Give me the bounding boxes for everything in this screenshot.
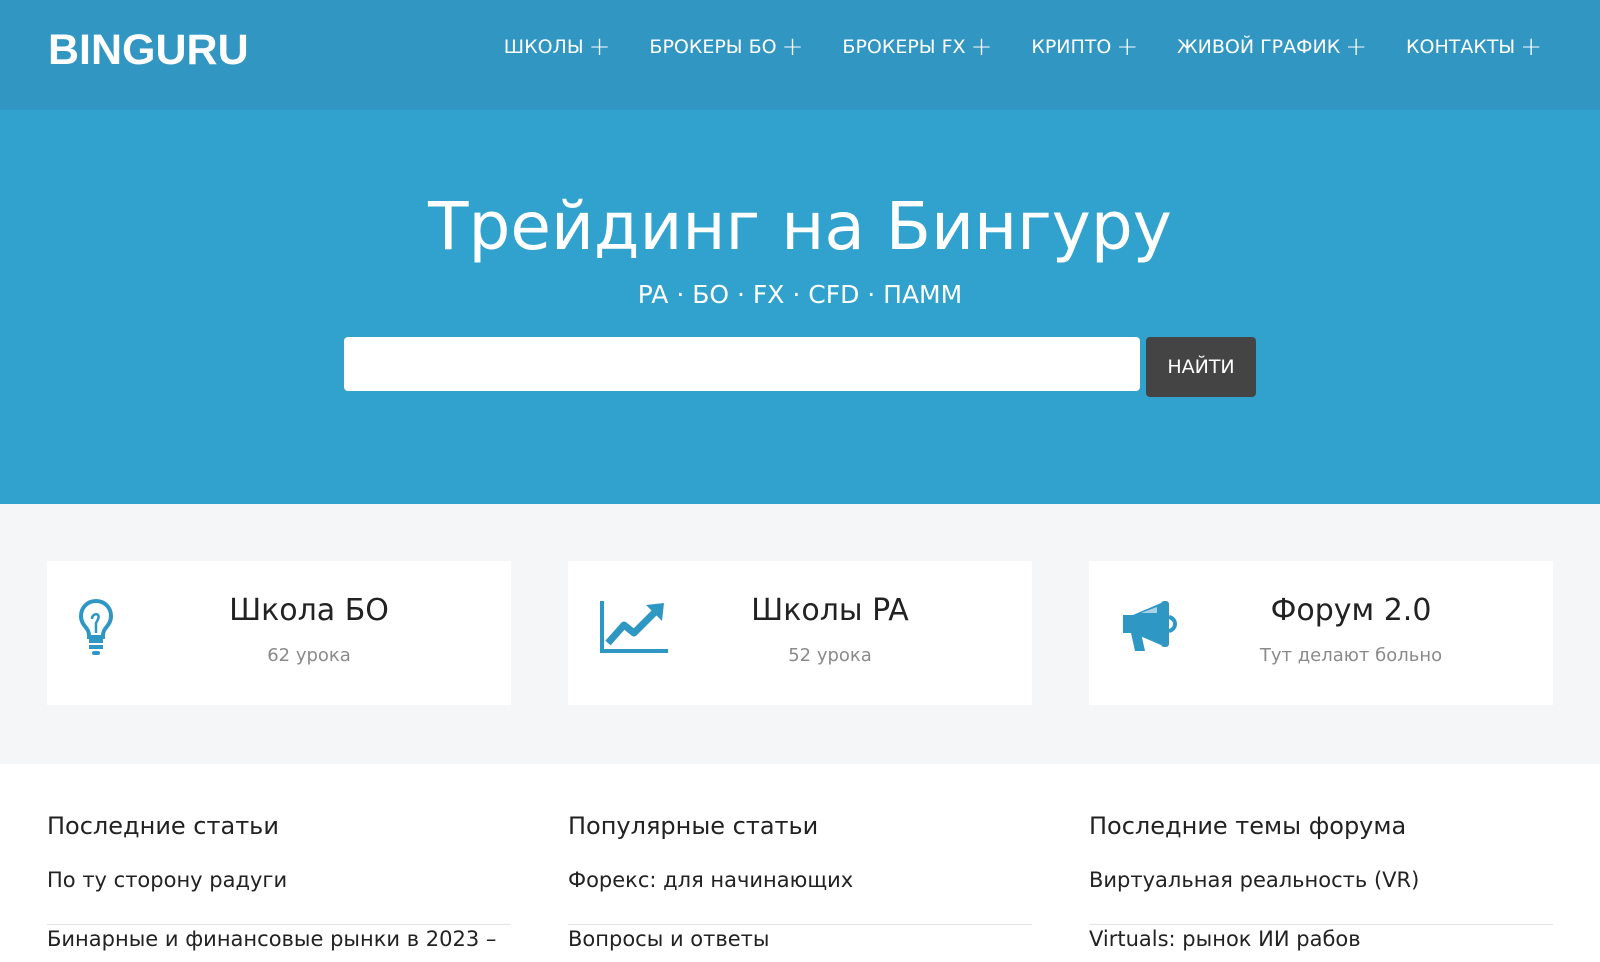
plus-icon: + — [1116, 32, 1139, 62]
list-item[interactable]: Вопросы и ответы — [568, 925, 1032, 962]
feature-subtitle: Тут делают больно — [1259, 645, 1443, 666]
plus-icon: + — [1520, 32, 1542, 62]
latest-forum-topics: Последние темы форума Виртуальная реальн… — [1089, 812, 1553, 962]
hero-subtitle: PA · БО · FX · CFD · ПАММ — [637, 280, 963, 309]
list-title: Популярные статьи — [568, 812, 819, 840]
list-item[interactable]: Бинарные и финансовые рынки в 2023 – — [47, 925, 511, 962]
hero-section: Трейдинг на Бингуру PA · БО · FX · CFD ·… — [0, 110, 1600, 504]
latest-articles: Последние статьи По ту сторону радуги Би… — [47, 812, 511, 962]
nav-item-label: ЖИВОЙ ГРАФИК — [1177, 36, 1341, 58]
feature-subtitle: 52 урока — [788, 645, 872, 666]
plus-icon: + — [781, 32, 804, 62]
feature-card-school-bo[interactable]: Школа БО 62 урока — [47, 561, 511, 705]
search-input[interactable] — [344, 337, 1140, 391]
nav-item-brokers-bo[interactable]: БРОКЕРЫ БО + — [649, 34, 803, 60]
hero-title: Трейдинг на Бингуру — [428, 188, 1172, 265]
list-item[interactable]: По ту сторону радуги — [47, 866, 511, 925]
feature-subtitle: 62 урока — [267, 645, 351, 666]
list-title: Последние темы форума — [1089, 812, 1407, 840]
list-item[interactable]: Форекс: для начинающих — [568, 866, 1032, 925]
feature-title: Школа БО — [229, 593, 389, 628]
nav-item-label: БРОКЕРЫ FX — [842, 36, 966, 58]
plus-icon: + — [588, 32, 611, 62]
list-title: Последние статьи — [47, 812, 279, 840]
feature-card-school-pa[interactable]: Школы PA 52 урока — [568, 561, 1032, 705]
nav-item-schools[interactable]: ШКОЛЫ + — [504, 34, 611, 60]
top-navbar: BINGURU ШКОЛЫ + БРОКЕРЫ БО + БРОКЕРЫ FX … — [0, 0, 1600, 110]
site-logo[interactable]: BINGURU — [48, 26, 249, 75]
main-nav: ШКОЛЫ + БРОКЕРЫ БО + БРОКЕРЫ FX + КРИПТО… — [465, 34, 1542, 60]
nav-item-contacts[interactable]: КОНТАКТЫ + — [1406, 34, 1542, 60]
nav-item-label: КОНТАКТЫ — [1406, 36, 1516, 58]
nav-item-brokers-fx[interactable]: БРОКЕРЫ FX + — [842, 34, 992, 60]
plus-icon: + — [1345, 32, 1367, 62]
popular-articles: Популярные статьи Форекс: для начинающих… — [568, 812, 1032, 962]
feature-title: Школы PA — [751, 593, 909, 628]
plus-icon: + — [970, 32, 993, 62]
nav-item-live-chart[interactable]: ЖИВОЙ ГРАФИК + — [1177, 34, 1367, 60]
list-item[interactable]: Virtuals: рынок ИИ рабов — [1089, 925, 1553, 962]
list-item[interactable]: Виртуальная реальность (VR) — [1089, 866, 1553, 925]
feature-card-forum[interactable]: Форум 2.0 Тут делают больно — [1089, 561, 1553, 705]
nav-item-label: КРИПТО — [1031, 36, 1112, 58]
search-button[interactable]: НАЙТИ — [1146, 337, 1256, 397]
feature-title: Форум 2.0 — [1270, 593, 1432, 628]
nav-item-label: ШКОЛЫ — [503, 36, 584, 58]
features-section: Школа БО 62 урока Школы PA 52 урока Фору… — [0, 504, 1600, 764]
nav-item-crypto[interactable]: КРИПТО + — [1031, 34, 1138, 60]
nav-item-label: БРОКЕРЫ БО — [649, 36, 777, 58]
